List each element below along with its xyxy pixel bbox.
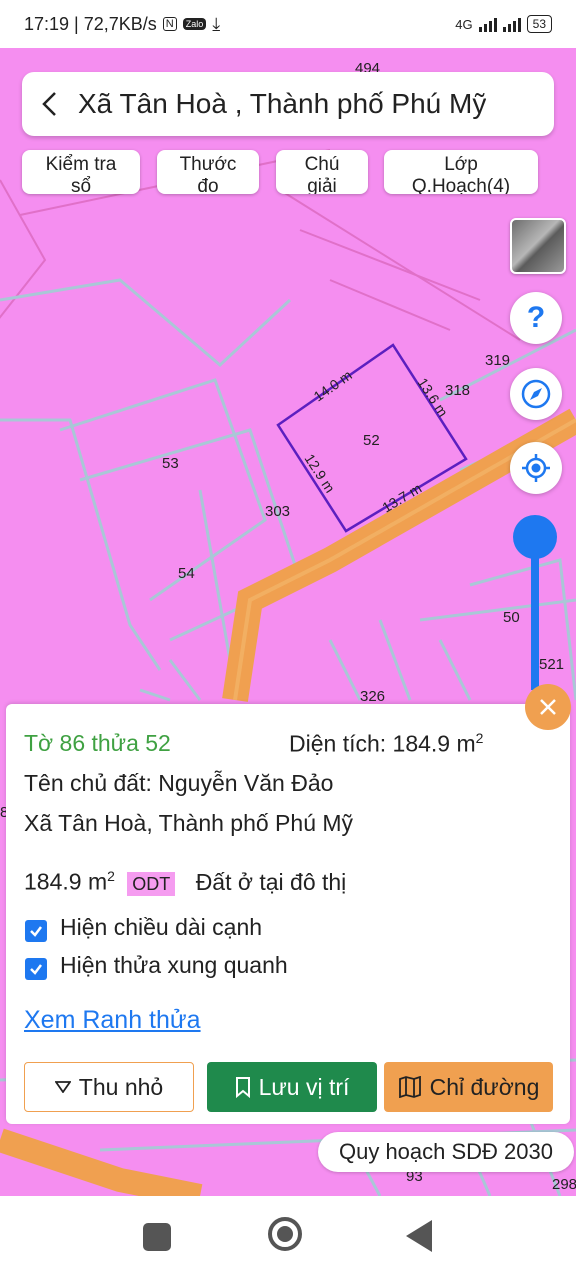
- show-edge-length-label: Hiện chiều dài cạnh: [60, 914, 263, 940]
- bookmark-icon: [235, 1077, 250, 1098]
- satellite-layer-button[interactable]: [510, 218, 566, 274]
- parcel-label: 303: [265, 503, 291, 520]
- parcel-label: 326: [360, 688, 386, 705]
- parcel-label: 521: [539, 656, 565, 673]
- edge-label-top: 14.0 m: [311, 367, 355, 405]
- parcel-label: 53: [162, 455, 179, 472]
- status-bar: 17:19 | 72,7KB/s N Zalo ⤓ 4G 53: [0, 0, 576, 48]
- planning-layer-button[interactable]: Lớp Q.Hoạch(4): [384, 150, 538, 194]
- chevron-left-icon[interactable]: [22, 72, 78, 136]
- battery-icon: 53: [526, 15, 552, 33]
- legend-button[interactable]: Chú giải: [276, 150, 368, 194]
- parcel-label: 50: [503, 609, 520, 626]
- show-neighbors-checkbox[interactable]: [25, 958, 47, 980]
- land-use-row: 184.9 m2 ODT Đất ở tại đô thị: [24, 868, 347, 896]
- show-neighbors-label: Hiện thửa xung quanh: [60, 952, 288, 978]
- ruler-button[interactable]: Thước đo: [157, 150, 259, 194]
- check-icon: [30, 926, 42, 937]
- system-nav-bar: [0, 1196, 576, 1280]
- area-text: Diện tích: 184.9 m2: [289, 730, 484, 757]
- map-icon: [398, 1076, 421, 1098]
- zalo-icon: Zalo: [182, 18, 207, 30]
- opacity-slider-handle[interactable]: [513, 515, 557, 559]
- directions-button[interactable]: Chỉ đường: [384, 1062, 553, 1112]
- sheet-parcel-number: Tờ 86 thửa 52: [24, 730, 171, 756]
- compass-button[interactable]: [510, 368, 562, 420]
- check-icon: [30, 964, 42, 975]
- parcel-label: 319: [485, 352, 511, 369]
- save-location-button[interactable]: Lưu vị trí: [207, 1062, 377, 1112]
- compass-icon: [521, 379, 551, 409]
- nfc-icon: N: [162, 17, 177, 31]
- signal-icon: [478, 16, 497, 32]
- show-edge-length-checkbox[interactable]: [25, 920, 47, 942]
- network-type: 4G: [455, 16, 473, 32]
- parcel-label: 318: [445, 382, 471, 399]
- land-code-badge: ODT: [127, 871, 176, 896]
- locate-icon: [522, 454, 550, 482]
- signal-icon-2: [502, 16, 521, 32]
- check-certificate-button[interactable]: Kiểm tra sổ: [22, 150, 140, 194]
- shrink-button[interactable]: Thu nhỏ: [24, 1062, 194, 1112]
- status-time-speed: 17:19 | 72,7KB/s: [24, 13, 157, 34]
- location-header: Xã Tân Hoà , Thành phố Phú Mỹ: [22, 72, 554, 136]
- view-boundary-link[interactable]: Xem Ranh thửa: [24, 1006, 201, 1035]
- planning-layer-badge[interactable]: Quy hoạch SDĐ 2030: [318, 1132, 574, 1172]
- home-button[interactable]: [268, 1217, 302, 1251]
- back-button[interactable]: [406, 1220, 432, 1252]
- owner-name: Tên chủ đất: Nguyễn Văn Đảo: [24, 770, 334, 796]
- location-title: Xã Tân Hoà , Thành phố Phú Mỹ: [78, 88, 487, 119]
- parcel-label: 54: [178, 565, 195, 582]
- help-button[interactable]: ?: [510, 292, 562, 344]
- parcel-label: 298: [552, 1176, 576, 1193]
- triangle-down-icon: [54, 1081, 71, 1093]
- parcel-label-selected: 52: [363, 432, 380, 449]
- parcel-address: Xã Tân Hoà, Thành phố Phú Mỹ: [24, 810, 354, 836]
- my-location-button[interactable]: [510, 442, 562, 494]
- download-icon: ⤓: [212, 13, 221, 34]
- parcel-info-panel: Tờ 86 thửa 52 Diện tích: 184.9 m2 Tên ch…: [6, 704, 570, 1124]
- close-panel-button[interactable]: [525, 684, 571, 730]
- question-icon: ?: [526, 301, 546, 334]
- close-icon: [540, 699, 556, 715]
- recents-button[interactable]: [143, 1223, 171, 1251]
